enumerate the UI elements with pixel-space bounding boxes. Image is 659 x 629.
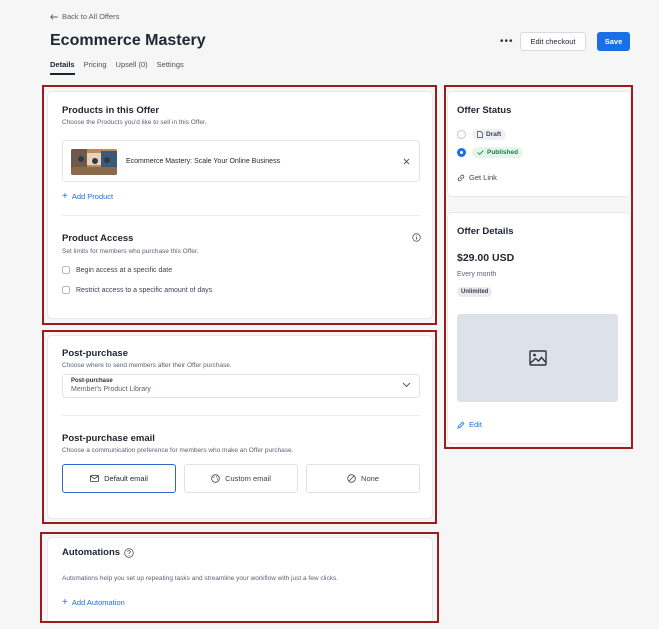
edit-checkout-button[interactable]: Edit checkout bbox=[520, 32, 586, 51]
tab-settings[interactable]: Settings bbox=[157, 60, 184, 75]
tab-pricing[interactable]: Pricing bbox=[84, 60, 107, 75]
tab-upsell[interactable]: Upsell (0) bbox=[116, 60, 148, 75]
annotation-box bbox=[42, 85, 437, 325]
annotation-box bbox=[40, 532, 439, 623]
back-link-label: Back to All Offers bbox=[62, 12, 120, 21]
save-button[interactable]: Save bbox=[597, 32, 630, 51]
tab-bar: Details Pricing Upsell (0) Settings bbox=[50, 60, 184, 75]
tab-details[interactable]: Details bbox=[50, 60, 75, 75]
annotation-box bbox=[444, 85, 633, 449]
more-options-icon[interactable]: ••• bbox=[500, 36, 514, 47]
annotation-box bbox=[42, 330, 437, 524]
back-link[interactable]: Back to All Offers bbox=[50, 12, 119, 21]
page-title: Ecommerce Mastery bbox=[50, 32, 206, 49]
arrow-left-icon bbox=[50, 13, 58, 20]
